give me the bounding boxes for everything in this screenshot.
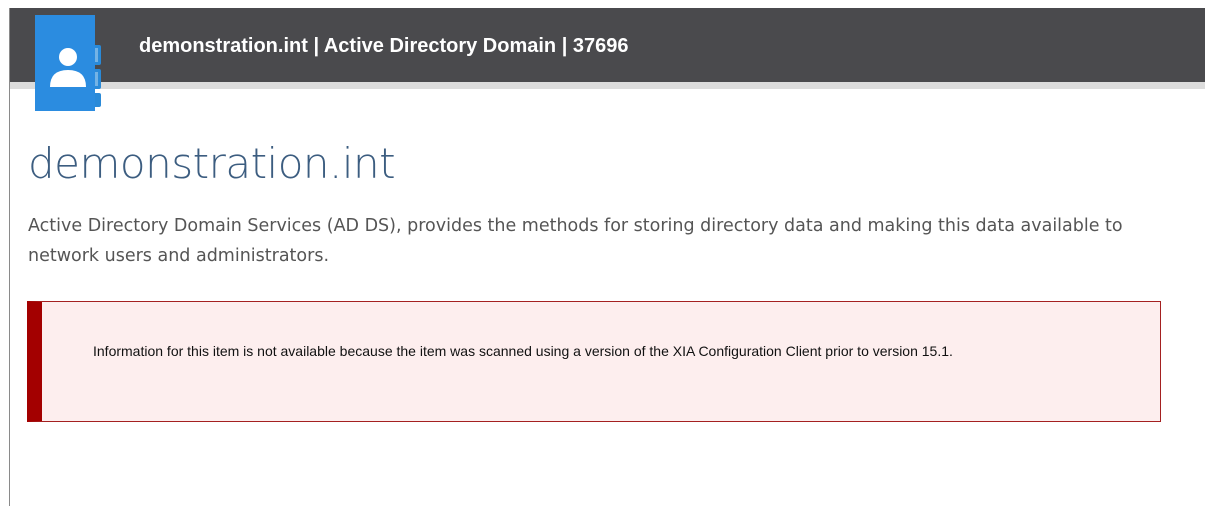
header-divider: [10, 82, 1205, 89]
address-book-user-icon: [35, 15, 101, 111]
left-border: [9, 8, 10, 506]
page-description: Active Directory Domain Services (AD DS)…: [28, 216, 1123, 266]
header-title: demonstration.int | Active Directory Dom…: [139, 35, 629, 57]
warning-alert: Information for this item is not availab…: [27, 301, 1161, 422]
alert-message: Information for this item is not availab…: [93, 343, 953, 359]
top-strip: [10, 0, 1205, 8]
page-title: demonstration.int: [28, 139, 396, 188]
